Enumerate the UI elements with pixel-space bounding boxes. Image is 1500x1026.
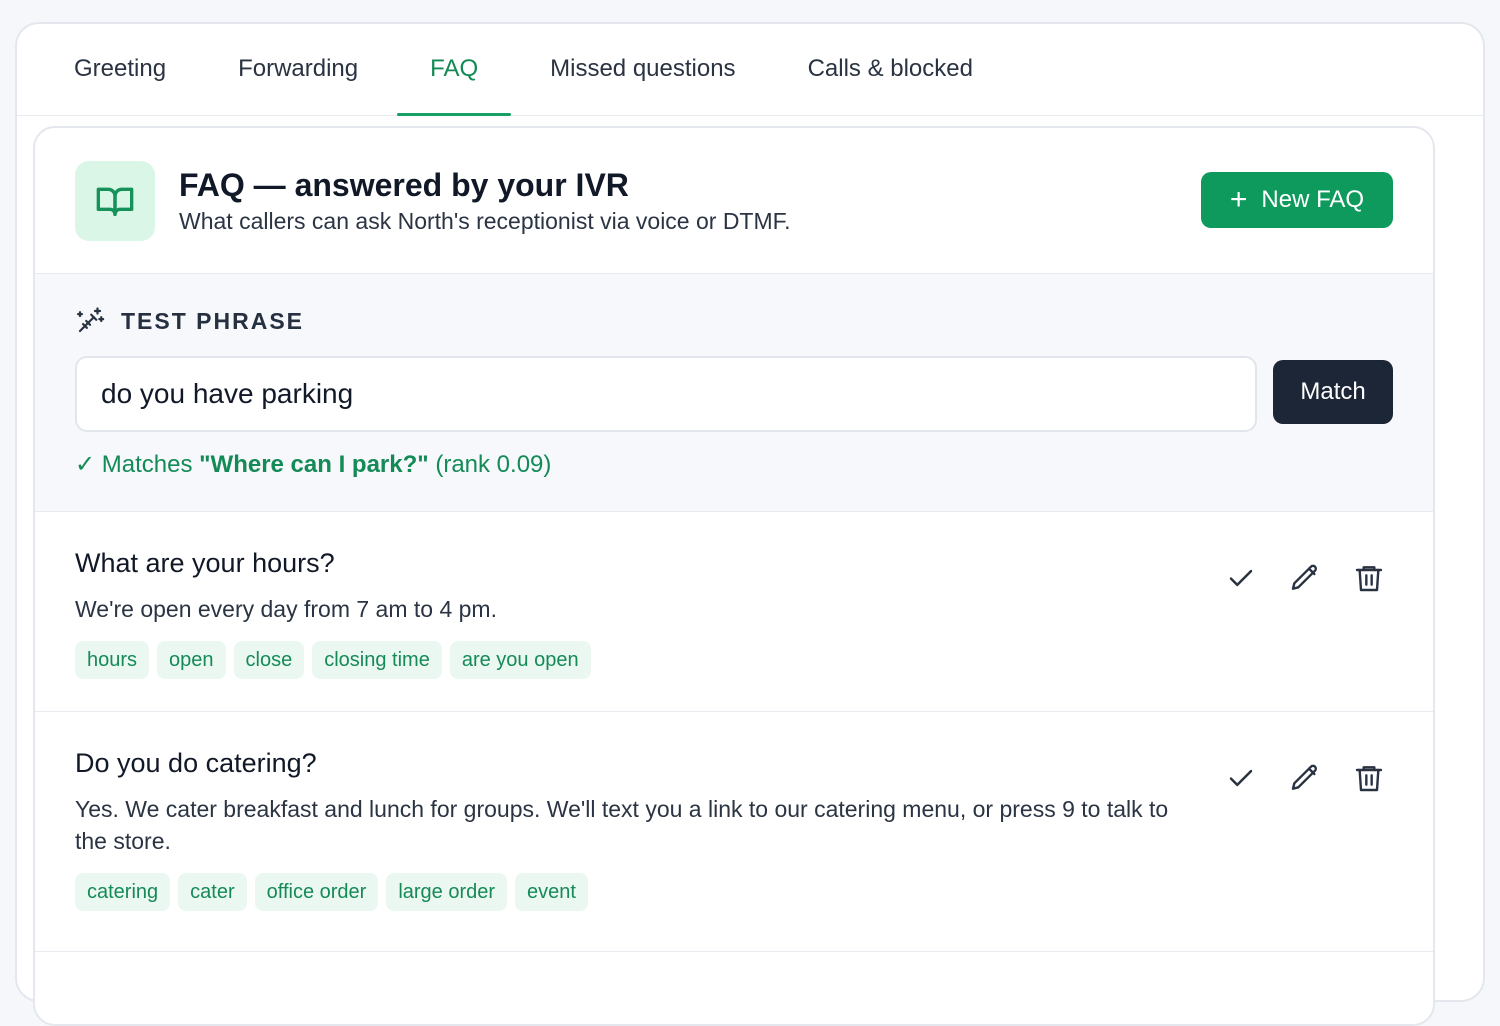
faq-tag: closing time bbox=[312, 641, 442, 679]
test-phrase-label: TEST PHRASE bbox=[75, 306, 1393, 336]
faq-actions bbox=[1201, 754, 1393, 802]
tab-greeting[interactable]: Greeting bbox=[41, 24, 199, 115]
tab-faq[interactable]: FAQ bbox=[397, 24, 512, 116]
faq-tag: event bbox=[515, 873, 588, 911]
faq-card: FAQ — answered by your IVR What callers … bbox=[33, 126, 1435, 1026]
faq-answer: We're open every day from 7 am to 4 pm. bbox=[75, 596, 497, 622]
faq-tag: catering bbox=[75, 873, 171, 911]
test-phrase-section: TEST PHRASE Match ✓ Matches "Where can I… bbox=[35, 274, 1433, 512]
tab-calls-blocked[interactable]: Calls & blocked bbox=[775, 24, 1006, 115]
pencil-icon[interactable] bbox=[1281, 754, 1329, 802]
check-icon[interactable] bbox=[1217, 754, 1265, 802]
faq-question: Do you do catering? bbox=[75, 748, 317, 778]
header-text: FAQ — answered by your IVR What callers … bbox=[179, 166, 1201, 235]
faq-tag: close bbox=[233, 641, 305, 679]
page-subtitle: What callers can ask North's receptionis… bbox=[179, 208, 791, 235]
faq-tags: catering cater office order large order … bbox=[75, 873, 1393, 911]
faq-tag: large order bbox=[386, 873, 508, 911]
tab-missed-questions[interactable]: Missed questions bbox=[517, 24, 768, 115]
magic-wand-icon bbox=[77, 307, 105, 333]
faq-tag: hours bbox=[75, 641, 150, 679]
pencil-icon[interactable] bbox=[1281, 554, 1329, 602]
test-phrase-input[interactable] bbox=[75, 356, 1258, 432]
tab-forwarding[interactable]: Forwarding bbox=[205, 24, 391, 115]
check-icon[interactable] bbox=[1217, 554, 1265, 602]
faq-actions bbox=[1201, 554, 1393, 602]
trash-icon[interactable] bbox=[1345, 754, 1393, 802]
faq-card-header: FAQ — answered by your IVR What callers … bbox=[35, 128, 1433, 274]
match-button[interactable]: Match bbox=[1273, 360, 1393, 424]
faq-tag: are you open bbox=[449, 641, 591, 679]
new-faq-label: New FAQ bbox=[1261, 185, 1365, 213]
tab-bar: Greeting Forwarding FAQ Missed questions… bbox=[17, 24, 1483, 116]
test-phrase-row: Match bbox=[75, 356, 1393, 432]
match-result-rank: (rank 0.09) bbox=[435, 451, 552, 478]
faq-tag: open bbox=[157, 641, 226, 679]
trash-icon[interactable] bbox=[1345, 554, 1393, 602]
faq-question: What are your hours? bbox=[75, 548, 335, 578]
faq-answer: Yes. We cater breakfast and lunch for gr… bbox=[75, 796, 1169, 854]
faq-item: Do you do catering? Yes. We cater breakf… bbox=[35, 712, 1433, 952]
book-open-icon bbox=[75, 160, 155, 241]
new-faq-button[interactable]: + New FAQ bbox=[1201, 171, 1393, 228]
faq-item: What are your hours? We're open every da… bbox=[35, 512, 1433, 712]
match-result: ✓ Matches "Where can I park?" (rank 0.09… bbox=[75, 450, 1393, 479]
faq-tag: office order bbox=[254, 873, 379, 911]
faq-tags: hours open close closing time are you op… bbox=[75, 641, 1393, 679]
page-title: FAQ — answered by your IVR bbox=[179, 166, 629, 203]
match-result-question: "Where can I park?" bbox=[199, 451, 429, 478]
test-phrase-heading: TEST PHRASE bbox=[121, 307, 305, 334]
plus-icon: + bbox=[1229, 182, 1248, 216]
match-result-prefix: ✓ Matches bbox=[75, 451, 193, 478]
faq-tag: cater bbox=[178, 873, 247, 911]
